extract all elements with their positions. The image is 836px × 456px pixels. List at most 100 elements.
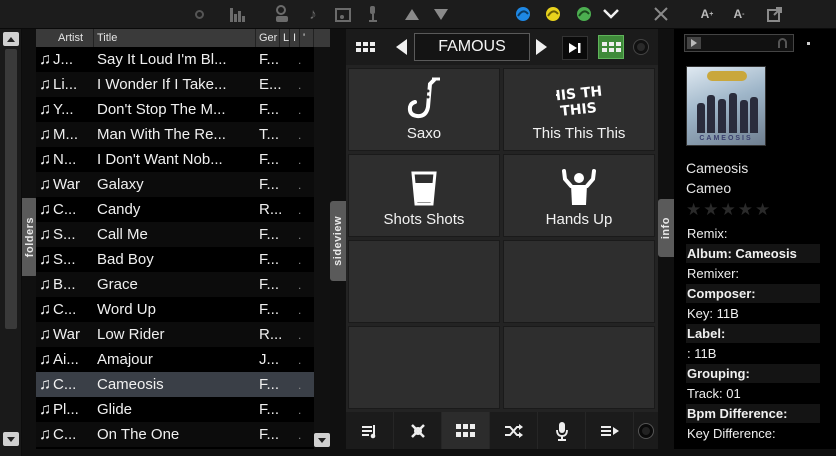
info-field[interactable]: Grouping:	[686, 364, 820, 383]
track-row[interactable]: ♫ C... Word Up F....	[36, 297, 314, 322]
track-row[interactable]: ♫ J... Say It Loud I'm Bl... F....	[36, 47, 314, 72]
track-row[interactable]: ♫ C... Candy R....	[36, 197, 314, 222]
sampler-pad-4[interactable]: Hands Up	[503, 154, 655, 237]
star-icon[interactable]: ★	[721, 200, 736, 220]
column-header-artist[interactable]: Artist	[36, 29, 94, 47]
preview-player[interactable]	[684, 34, 794, 52]
column-header-i[interactable]: I	[290, 29, 300, 47]
track-row[interactable]: ♫ Pl... Glide F....	[36, 397, 314, 422]
sampler-pad-3[interactable]: Shots Shots	[348, 154, 500, 237]
sampler-grid-icon[interactable]	[442, 412, 491, 449]
sampler-pad-1[interactable]: Saxo	[348, 68, 500, 151]
info-field[interactable]: Key: 11B	[686, 304, 820, 323]
sampler-pad-7[interactable]	[348, 326, 500, 409]
track-row[interactable]: ♫ M... Man With The Re... T....	[36, 122, 314, 147]
scroll-down-button[interactable]	[3, 432, 19, 446]
folder-scrollbar[interactable]	[0, 29, 22, 456]
equalizer-icon[interactable]	[227, 4, 249, 24]
rating-stars[interactable]: ★ ★ ★ ★ ★	[686, 200, 770, 220]
sampler-options-dot-icon[interactable]	[634, 40, 648, 54]
column-header-genre[interactable]: Ger	[256, 29, 280, 47]
record-icon[interactable]	[634, 412, 658, 449]
skip-next-icon[interactable]	[562, 36, 588, 60]
track-row[interactable]: ♫ Li... I Wonder If I Take... E....	[36, 72, 314, 97]
preview-play-icon[interactable]	[687, 37, 701, 49]
chevron-down-icon[interactable]	[600, 4, 622, 24]
broadcast-blue-icon[interactable]	[512, 4, 534, 24]
track-extra: .	[298, 102, 302, 117]
track-artist: C...	[53, 301, 77, 318]
automix-icon[interactable]	[394, 412, 443, 449]
folder-music-icon[interactable]	[332, 4, 354, 24]
sampler-pad-8[interactable]	[503, 326, 655, 409]
track-artist-cell: ♫ C...	[36, 301, 94, 319]
track-row[interactable]: ♫ War Low Rider R....	[36, 322, 314, 347]
previous-bank-icon[interactable]	[396, 39, 407, 55]
panel-menu-dot-icon[interactable]	[807, 42, 810, 45]
info-field[interactable]: Bpm Difference:	[686, 404, 820, 423]
track-row[interactable]: ♫ Y... Don't Stop The M... F....	[36, 97, 314, 122]
track-row[interactable]: ♫ C... On The One F....	[36, 422, 314, 447]
shuffle-icon[interactable]	[490, 412, 539, 449]
arrow-up-icon[interactable]	[401, 4, 423, 24]
grid-view-icon[interactable]	[354, 36, 376, 58]
music-note-icon[interactable]: ♪	[302, 4, 324, 24]
column-header-extra[interactable]: '	[300, 29, 314, 47]
track-artist: C...	[53, 426, 77, 443]
record-dot-icon[interactable]	[188, 4, 210, 24]
column-header-title[interactable]: Title	[94, 29, 256, 47]
star-icon[interactable]: ★	[755, 200, 770, 220]
track-artist-cell: ♫ War	[36, 326, 94, 344]
track-row[interactable]: ♫ S... Bad Boy F....	[36, 247, 314, 272]
info-tab[interactable]: info	[658, 199, 674, 257]
info-field[interactable]: Remix:	[686, 224, 820, 243]
next-bank-icon[interactable]	[536, 39, 547, 55]
info-field[interactable]: Label:	[686, 324, 820, 343]
track-extra: .	[298, 202, 302, 217]
info-field[interactable]: Key Difference:	[686, 424, 820, 443]
info-field[interactable]: Composer:	[686, 284, 820, 303]
microphone-stand-icon[interactable]	[362, 4, 384, 24]
bank-name-display[interactable]: FAMOUS	[414, 33, 530, 61]
track-row[interactable]: ♫ B... Grace F....	[36, 272, 314, 297]
track-list-scrollbar[interactable]	[314, 47, 330, 449]
font-size-down-icon[interactable]: A-	[728, 4, 750, 24]
column-header-l[interactable]: L	[280, 29, 290, 47]
broadcast-green-icon[interactable]	[573, 4, 595, 24]
add-to-list-icon[interactable]	[586, 412, 635, 449]
sampler-pad-5[interactable]	[348, 240, 500, 323]
sideview-tab[interactable]: sideview	[330, 201, 346, 281]
microphone-icon[interactable]	[538, 412, 587, 449]
track-row[interactable]: ♫ War Galaxy F....	[36, 172, 314, 197]
star-icon[interactable]: ★	[738, 200, 753, 220]
playlist-icon[interactable]	[346, 412, 395, 449]
track-row[interactable]: ♫ S... Call Me F....	[36, 222, 314, 247]
music-note-icon: ♫	[39, 100, 51, 118]
track-row[interactable]: ♫ C... Cameosis F....	[36, 372, 314, 397]
scroll-thumb[interactable]	[5, 49, 17, 329]
expand-icon[interactable]	[650, 4, 672, 24]
track-genre: F...	[259, 301, 280, 318]
arrow-down-icon[interactable]	[430, 4, 452, 24]
track-row[interactable]: ♫ Ai... Amajour J....	[36, 347, 314, 372]
music-note-icon: ♫	[39, 50, 51, 68]
font-size-up-icon[interactable]: A +	[696, 4, 718, 24]
info-field[interactable]: Album: Cameosis	[686, 244, 820, 263]
track-row[interactable]: ♫ N... I Don't Want Nob... F....	[36, 147, 314, 172]
info-field[interactable]: : 11B	[686, 344, 820, 363]
dj-icon[interactable]	[271, 4, 293, 24]
info-field[interactable]: Remixer:	[686, 264, 820, 283]
track-extra: .	[298, 302, 302, 317]
pad-grid-toggle-icon[interactable]	[598, 35, 624, 59]
popout-icon[interactable]	[764, 4, 786, 24]
scroll-up-button[interactable]	[3, 32, 19, 46]
sampler-pad-2[interactable]: THIS THIS THIS This This This	[503, 68, 655, 151]
sampler-pad-6[interactable]	[503, 240, 655, 323]
sampler-bottom-bar	[346, 412, 658, 449]
broadcast-yellow-icon[interactable]	[542, 4, 564, 24]
star-icon[interactable]: ★	[686, 200, 701, 220]
star-icon[interactable]: ★	[703, 200, 718, 220]
track-list-header: Artist Title Ger L I '	[36, 29, 330, 47]
track-list-scroll-down-button[interactable]	[314, 433, 330, 447]
info-field[interactable]: Track: 01	[686, 384, 820, 403]
